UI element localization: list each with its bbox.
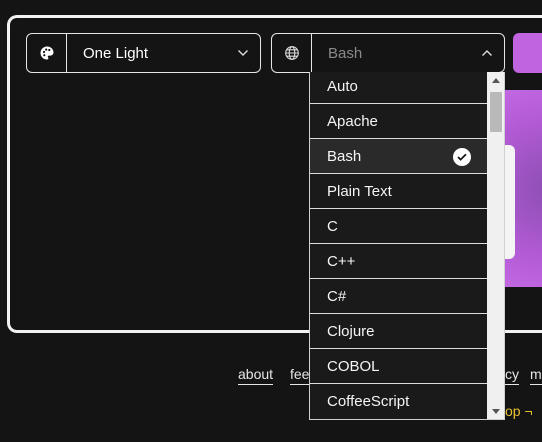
- footer-link-top[interactable]: op ¬: [505, 403, 533, 419]
- dropdown-option-selected[interactable]: Bash: [310, 139, 487, 174]
- globe-icon: [272, 34, 312, 72]
- footer-link-privacy[interactable]: cy: [505, 366, 519, 385]
- language-select[interactable]: Bash: [271, 33, 505, 73]
- theme-value: One Light: [83, 44, 149, 62]
- checkmark-icon: [453, 148, 471, 166]
- chevron-up-icon: [470, 49, 504, 57]
- dropdown-option[interactable]: Clojure: [310, 314, 487, 349]
- scrollbar-thumb[interactable]: [490, 92, 502, 132]
- dropdown-option[interactable]: C#: [310, 279, 487, 314]
- language-search-input[interactable]: Bash: [312, 45, 470, 62]
- dropdown-option[interactable]: C: [310, 209, 487, 244]
- footer-link-more[interactable]: m: [530, 366, 542, 385]
- dropdown-option[interactable]: CoffeeScript: [310, 384, 487, 419]
- dropdown-option[interactable]: Apache: [310, 104, 487, 139]
- theme-select[interactable]: One Light: [26, 33, 261, 73]
- dropdown-option[interactable]: Plain Text: [310, 174, 487, 209]
- dropdown-option[interactable]: Auto: [310, 72, 487, 104]
- footer-link-feedback[interactable]: fee: [290, 366, 309, 385]
- chevron-down-icon: [226, 49, 260, 57]
- language-dropdown: Auto Apache Bash Plain Text C C++ C# Clo…: [309, 72, 505, 420]
- scroll-down-arrow-icon[interactable]: [492, 409, 500, 414]
- scroll-up-arrow-icon[interactable]: [492, 78, 500, 83]
- dropdown-scrollbar[interactable]: [487, 72, 504, 419]
- footer-link-about[interactable]: about: [238, 366, 274, 385]
- palette-icon: [27, 34, 67, 72]
- dropdown-option[interactable]: C++: [310, 244, 487, 279]
- dropdown-option[interactable]: COBOL: [310, 349, 487, 384]
- color-accent-button[interactable]: [513, 33, 542, 73]
